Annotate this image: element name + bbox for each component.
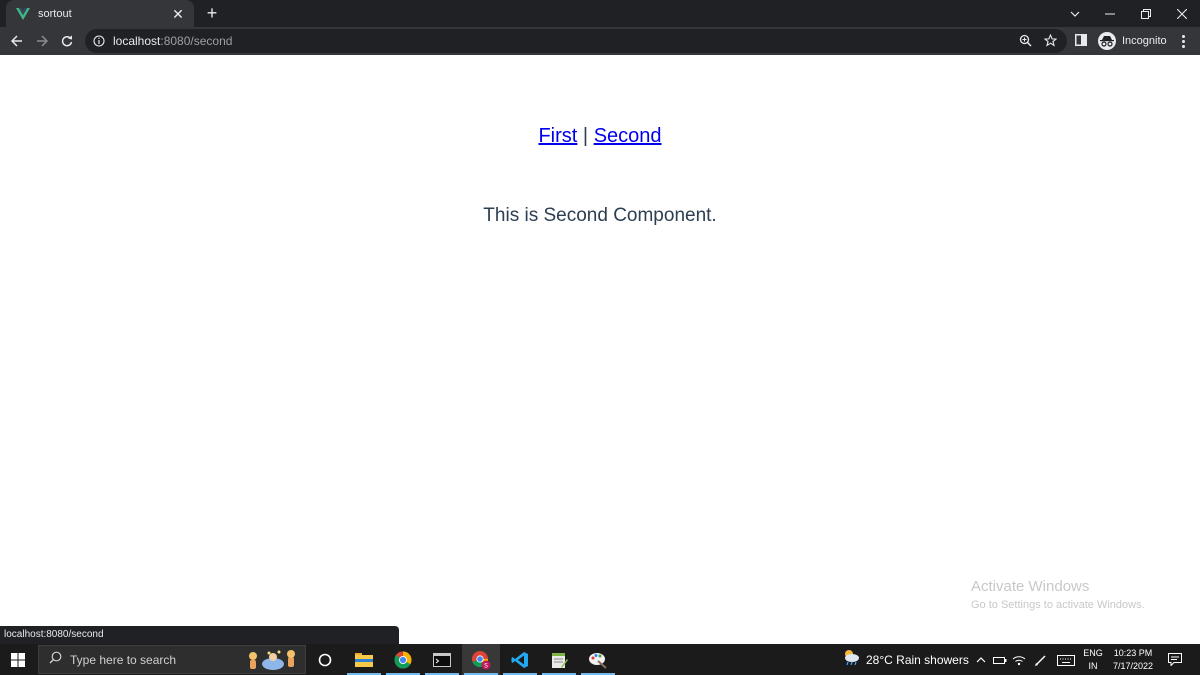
forward-arrow-icon[interactable] <box>31 31 53 51</box>
page-content: First | Second This is Second Component.… <box>0 55 1200 644</box>
chrome-icon[interactable] <box>384 644 422 675</box>
incognito-icon <box>1098 32 1116 50</box>
browser-window: sortout ✕ + localhost:8080/second Incog… <box>0 0 1200 675</box>
zoom-icon[interactable] <box>1015 31 1035 49</box>
chrome-incognito-icon[interactable]: S <box>462 644 500 675</box>
rain-cloud-icon <box>842 649 860 670</box>
notification-icon[interactable] <box>1160 644 1190 675</box>
vscode-icon[interactable] <box>501 644 539 675</box>
reload-icon[interactable] <box>56 31 78 51</box>
more-menu-icon[interactable] <box>1176 32 1190 50</box>
close-window-icon[interactable] <box>1164 0 1200 27</box>
browser-toolbar: localhost:8080/second Incognito <box>0 27 1200 55</box>
restore-icon[interactable] <box>1128 0 1164 27</box>
minimize-icon[interactable] <box>1092 0 1128 27</box>
router-nav: First | Second <box>0 125 1200 148</box>
chevron-up-icon[interactable] <box>973 652 989 668</box>
side-panel-icon[interactable] <box>1071 31 1091 49</box>
paint-icon[interactable] <box>579 644 617 675</box>
windows-start-icon[interactable] <box>0 644 36 675</box>
address-bar[interactable]: localhost:8080/second <box>85 29 1067 53</box>
component-message: This is Second Component. <box>483 205 717 226</box>
search-icon <box>49 651 62 669</box>
first-link[interactable]: First <box>538 125 577 147</box>
close-tab-icon[interactable]: ✕ <box>170 6 186 22</box>
incognito-label: Incognito <box>1122 35 1167 47</box>
file-explorer-icon[interactable] <box>345 644 383 675</box>
second-link[interactable]: Second <box>594 125 662 147</box>
link-status-bubble: localhost:8080/second <box>0 626 399 644</box>
vue-logo-icon <box>16 7 30 21</box>
language-region: IN <box>1088 661 1098 671</box>
search-placeholder: Type here to search <box>70 652 177 667</box>
clock-time: 10:23 PM <box>1113 648 1153 658</box>
notepad-plus-icon[interactable] <box>540 644 578 675</box>
nav-separator: | <box>582 125 589 147</box>
keyboard-icon[interactable] <box>1056 652 1076 668</box>
terminal-icon[interactable] <box>423 644 461 675</box>
tab-strip: sortout ✕ + <box>0 0 1200 27</box>
wifi-icon[interactable] <box>1011 652 1027 668</box>
back-arrow-icon[interactable] <box>6 31 28 51</box>
svg-text:S: S <box>484 662 488 669</box>
windows-taskbar: Type here to search S 28°C Rain showers … <box>0 644 1200 675</box>
weather-widget[interactable]: 28°C Rain showers <box>842 644 969 675</box>
pen-icon[interactable] <box>1032 652 1048 668</box>
new-tab-button[interactable]: + <box>202 4 222 24</box>
tab-sortout[interactable]: sortout ✕ <box>6 0 194 27</box>
clock-date: 7/17/2022 <box>1112 661 1154 671</box>
weather-text: 28°C Rain showers <box>866 652 969 667</box>
input-language[interactable]: ENG IN <box>1082 647 1104 673</box>
system-clock[interactable]: 10:23 PM 7/17/2022 <box>1108 647 1158 673</box>
search-highlight-illustration-icon <box>243 648 303 672</box>
tab-title: sortout <box>38 7 72 20</box>
taskbar-search-input[interactable]: Type here to search <box>38 645 306 674</box>
url-host: localhost <box>113 34 161 48</box>
info-icon[interactable] <box>93 35 105 47</box>
incognito-profile[interactable]: Incognito <box>1096 30 1173 52</box>
watermark-subtitle: Go to Settings to activate Windows. <box>971 599 1145 611</box>
tab-search-icon[interactable] <box>1057 0 1093 27</box>
language-code: ENG <box>1083 648 1103 658</box>
battery-icon[interactable] <box>992 652 1008 668</box>
star-bookmark-icon[interactable] <box>1040 31 1060 49</box>
url-path: :8080/second <box>160 34 233 48</box>
task-view-icon[interactable] <box>306 644 344 675</box>
activate-windows-watermark: Activate Windows Go to Settings to activ… <box>971 578 1145 611</box>
watermark-title: Activate Windows <box>971 578 1090 595</box>
